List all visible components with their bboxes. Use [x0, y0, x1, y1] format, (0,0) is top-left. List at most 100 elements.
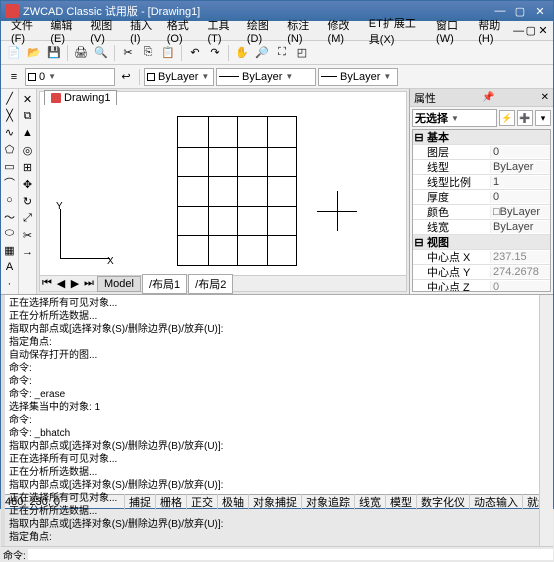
properties-panel: 属性 📌 ✕ 无选择 ▼ ⚡ ➕ ▾ ⊟基本图层0线型ByLayer线型比例1厚… [409, 89, 553, 294]
command-scrollbar[interactable] [539, 295, 553, 546]
panel-pin-icon[interactable]: 📌 [482, 92, 494, 103]
rotate-icon[interactable]: ↻ [21, 194, 35, 208]
selection-combo[interactable]: 无选择 ▼ [412, 109, 497, 127]
prop-value[interactable]: 0 [490, 146, 550, 158]
menu-modify[interactable]: 修改(M) [322, 15, 363, 47]
panel-close-icon[interactable]: ✕ [541, 92, 549, 103]
save-icon[interactable]: 💾 [45, 44, 63, 62]
rectangle-icon[interactable]: ▭ [3, 159, 17, 173]
ellipse-icon[interactable]: ⬭ [3, 227, 17, 241]
layer-mgr-icon[interactable]: ≡ [5, 68, 23, 86]
prop-row[interactable]: 线型比例1 [413, 175, 550, 190]
print-icon[interactable]: 🖨 [72, 44, 90, 62]
prop-row[interactable]: 中心点 X237.15 [413, 250, 550, 265]
prop-row[interactable]: 中心点 Y274.2678 [413, 265, 550, 280]
mirror-icon[interactable]: ▲ [21, 126, 35, 140]
undo-icon[interactable]: ↶ [186, 44, 204, 62]
tab-last-button[interactable]: ⏭ [82, 277, 96, 290]
drawing-canvas[interactable]: X Y [42, 106, 404, 275]
prop-row[interactable]: 图层0 [413, 145, 550, 160]
menu-draw[interactable]: 绘图(D) [241, 15, 281, 47]
cut-icon[interactable]: ✂ [119, 44, 137, 62]
menu-et[interactable]: ET扩展工具(X) [363, 13, 430, 49]
tab-layout1[interactable]: /布局1 [142, 274, 187, 294]
menu-edit[interactable]: 编辑(E) [44, 15, 84, 47]
menu-insert[interactable]: 插入(I) [124, 15, 161, 47]
prop-row[interactable]: 厚度0 [413, 190, 550, 205]
tab-prev-button[interactable]: ◀ [54, 277, 68, 290]
zoom-ext-icon[interactable]: ⛶ [273, 44, 291, 62]
new-icon[interactable]: 📄 [5, 44, 23, 62]
separator [228, 45, 229, 61]
open-icon[interactable]: 📂 [25, 44, 43, 62]
menu-file[interactable]: 文件(F) [5, 15, 44, 47]
redo-icon[interactable]: ↷ [206, 44, 224, 62]
copy-obj-icon[interactable]: ⧉ [21, 109, 35, 123]
point-icon[interactable]: · [3, 277, 17, 291]
xline-icon[interactable]: ╳ [3, 109, 17, 123]
tab-model[interactable]: Model [97, 276, 141, 292]
text-icon[interactable]: A [3, 260, 17, 274]
spline-icon[interactable]: ～ [3, 210, 17, 224]
close-button[interactable]: ✕ [531, 3, 549, 19]
move-icon[interactable]: ✥ [21, 177, 35, 191]
doc-restore-button[interactable]: ▢ [525, 24, 537, 38]
prop-value[interactable]: □ByLayer [490, 206, 550, 218]
document-tab[interactable]: Drawing1 [44, 90, 117, 105]
lineweight-combo[interactable]: ByLayer ▼ [318, 68, 398, 86]
paste-icon[interactable]: 📋 [159, 44, 177, 62]
prop-section-header[interactable]: ⊟视图 [413, 235, 550, 250]
layer-combo[interactable]: 0 ▼ [25, 68, 115, 86]
prop-value[interactable]: ByLayer [490, 221, 550, 233]
copy-icon[interactable]: ⎘ [139, 44, 157, 62]
extend-icon[interactable]: → [21, 245, 35, 259]
prop-value[interactable]: 0 [490, 191, 550, 203]
preview-icon[interactable]: 🔍 [92, 44, 110, 62]
trim-icon[interactable]: ✂ [21, 228, 35, 242]
arc-icon[interactable]: ⌒ [3, 176, 17, 190]
doc-close-button[interactable]: ✕ [537, 24, 549, 38]
prop-row[interactable]: 颜色□ByLayer [413, 205, 550, 220]
scale-icon[interactable]: ⤢ [21, 211, 35, 225]
filter-icon[interactable]: ▾ [535, 110, 551, 126]
prop-value[interactable]: 1 [490, 176, 550, 188]
array-icon[interactable]: ⊞ [21, 160, 35, 174]
offset-icon[interactable]: ◎ [21, 143, 35, 157]
menu-format[interactable]: 格式(O) [161, 15, 202, 47]
linetype-combo[interactable]: ByLayer ▼ [216, 68, 316, 86]
collapse-icon[interactable]: ⊟ [413, 236, 425, 249]
menu-help[interactable]: 帮助(H) [472, 15, 512, 47]
doc-minimize-button[interactable]: — [513, 24, 525, 38]
layer-prev-icon[interactable]: ↩ [117, 68, 135, 86]
maximize-button[interactable]: ▢ [511, 3, 529, 19]
polygon-icon[interactable]: ⬠ [3, 142, 17, 156]
circle-icon[interactable]: ○ [3, 193, 17, 207]
pan-icon[interactable]: ✋ [233, 44, 251, 62]
zoom-icon[interactable]: 🔎 [253, 44, 271, 62]
menu-window[interactable]: 窗口(W) [430, 15, 472, 47]
tab-layout2[interactable]: /布局2 [188, 274, 233, 294]
line-icon[interactable]: ╱ [3, 92, 17, 106]
axis-x-label: X [107, 256, 114, 267]
selection-text: 无选择 [415, 110, 448, 126]
pickadd-icon[interactable]: ➕ [517, 110, 533, 126]
command-input[interactable] [28, 549, 553, 560]
tab-next-button[interactable]: ▶ [68, 277, 82, 290]
prop-row[interactable]: 中心点 Z0 [413, 280, 550, 292]
collapse-icon[interactable]: ⊟ [413, 131, 425, 144]
command-history[interactable]: 正在选择所有可见对象... 正在分析所选数据... 指取内部点或[选择对象(S)… [5, 295, 539, 546]
prop-row[interactable]: 线型ByLayer [413, 160, 550, 175]
zoom-win-icon[interactable]: ◰ [293, 44, 311, 62]
menu-dim[interactable]: 标注(N) [281, 15, 321, 47]
menu-view[interactable]: 视图(V) [84, 15, 124, 47]
hatch-icon[interactable]: ▦ [3, 244, 17, 258]
prop-value[interactable]: ByLayer [490, 161, 550, 173]
polyline-icon[interactable]: ∿ [3, 126, 17, 140]
prop-section-header[interactable]: ⊟基本 [413, 130, 550, 145]
tab-first-button[interactable]: ⏮ [40, 277, 54, 290]
prop-row[interactable]: 线宽ByLayer [413, 220, 550, 235]
quickselect-icon[interactable]: ⚡ [499, 110, 515, 126]
erase-icon[interactable]: ✕ [21, 92, 35, 106]
color-combo[interactable]: ByLayer ▼ [144, 68, 214, 86]
menu-tools[interactable]: 工具(T) [202, 15, 241, 47]
